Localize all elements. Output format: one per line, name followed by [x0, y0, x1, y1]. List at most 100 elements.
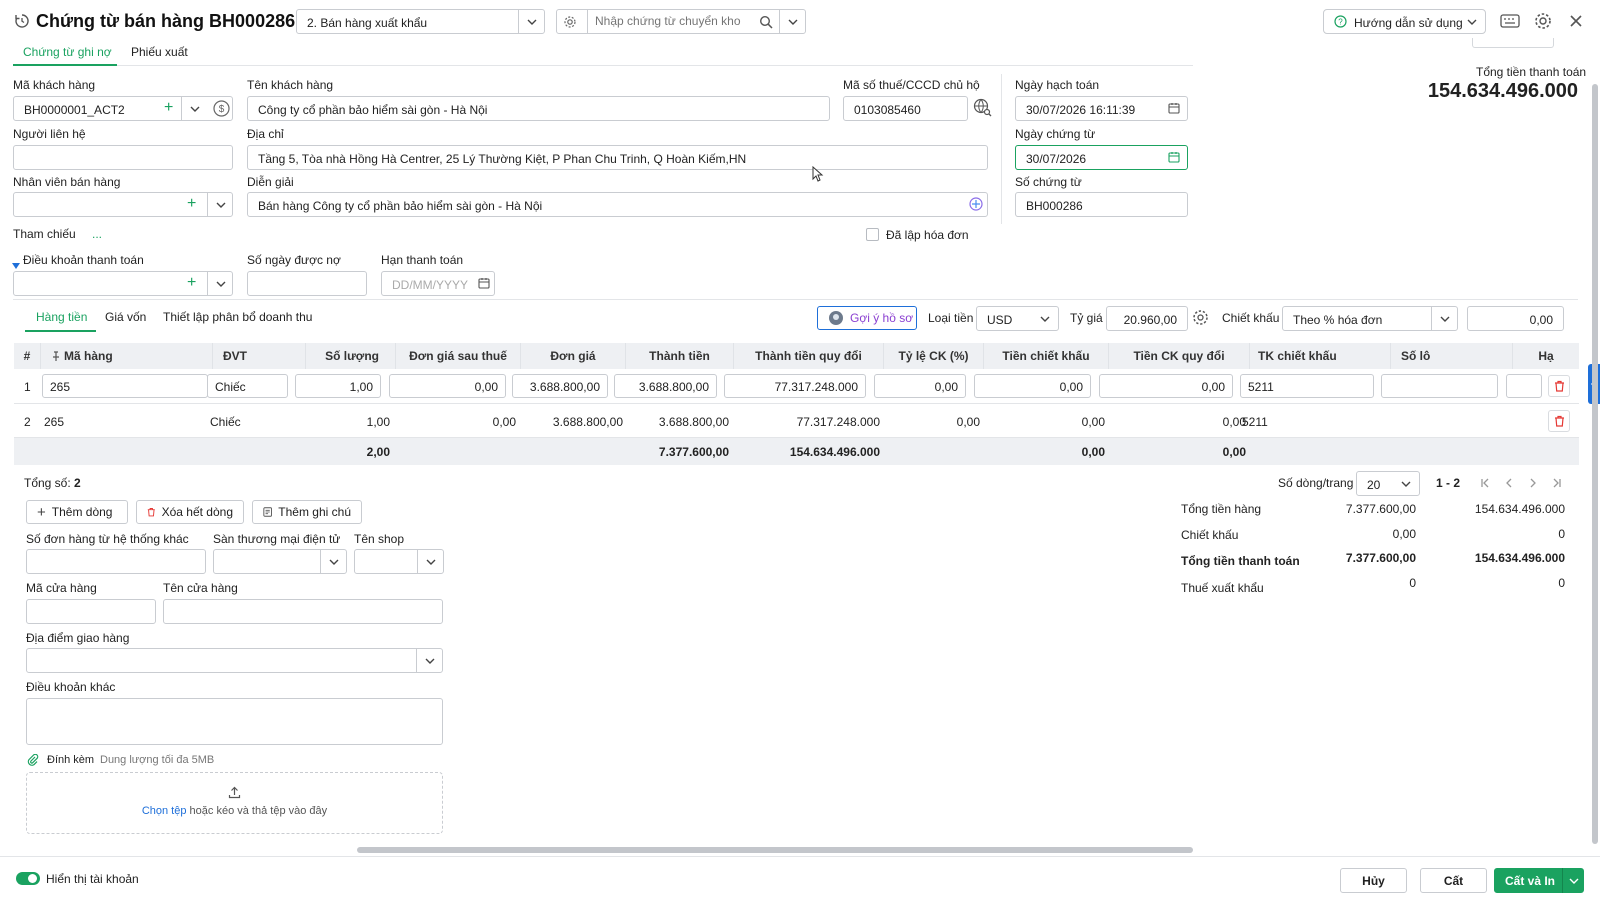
gear-icon[interactable]	[1192, 309, 1209, 329]
currency-circle-icon[interactable]: $	[213, 100, 230, 120]
salesperson-input[interactable]	[13, 192, 233, 217]
chevron-down-icon[interactable]	[1431, 307, 1457, 330]
horizontal-scrollbar[interactable]	[357, 847, 1193, 853]
rate-input[interactable]: 20.960,00	[1106, 306, 1188, 331]
close-icon[interactable]	[1569, 14, 1583, 31]
chevron-down-icon[interactable]	[181, 96, 207, 121]
transfer-search-input[interactable]	[595, 14, 755, 28]
qty-cell[interactable]: 1,00	[295, 374, 381, 398]
voucher-date-input[interactable]: 30/07/2026	[1015, 145, 1188, 170]
ck-conv-cell[interactable]: 0,00	[1099, 374, 1233, 398]
choose-file-link[interactable]: Chọn tệp	[142, 805, 187, 817]
contact-input[interactable]	[13, 145, 233, 170]
chevron-down-icon[interactable]	[416, 649, 442, 672]
lot-cell[interactable]	[1381, 374, 1498, 398]
tax-code-input[interactable]: 0103085460	[843, 96, 968, 121]
chevron-down-icon[interactable]	[1562, 868, 1584, 893]
chevron-down-icon[interactable]	[518, 10, 544, 33]
history-icon[interactable]	[14, 13, 30, 29]
upload-dropzone[interactable]: Chọn tệp hoặc kéo và thả tệp vào đây	[26, 772, 443, 834]
voucher-type-select[interactable]: 2. Bán hàng xuất khẩu	[296, 9, 545, 34]
suggest-profile-button[interactable]: Gợi ý hồ sơ	[817, 306, 917, 330]
ai-sparkle-icon[interactable]	[968, 196, 984, 215]
chevron-down-icon[interactable]	[417, 550, 443, 573]
tab-export-slip[interactable]: Phiếu xuất	[131, 45, 188, 59]
calendar-icon[interactable]	[1168, 151, 1180, 166]
marketplace-select[interactable]	[213, 549, 347, 574]
discount-value-input[interactable]: 0,00	[1467, 306, 1564, 331]
other-terms-textarea[interactable]	[26, 698, 443, 745]
currency-select[interactable]: USD	[976, 306, 1059, 331]
reference-link[interactable]: ...	[92, 227, 102, 241]
unit-cell[interactable]: Chiếc	[207, 374, 288, 398]
calendar-icon[interactable]	[478, 277, 490, 292]
amount-cell[interactable]: 3.688.800,00	[614, 374, 717, 398]
keyboard-icon[interactable]	[1500, 13, 1520, 32]
amount-cell[interactable]: 3.688.800,00	[626, 415, 729, 429]
payment-terms-input[interactable]	[13, 271, 233, 296]
pin-icon[interactable]	[51, 351, 61, 361]
address-input[interactable]: Tầng 5, Tòa nhà Hồng Hà Centrer, 25 Lý T…	[247, 145, 988, 170]
chevron-down-icon[interactable]	[207, 192, 233, 217]
settings-icon[interactable]	[1534, 12, 1552, 33]
ck-rate-cell[interactable]: 0,00	[884, 415, 980, 429]
price-cell[interactable]: 3.688.800,00	[521, 415, 623, 429]
chevron-down-icon[interactable]	[1032, 307, 1058, 330]
caret-down-icon[interactable]	[12, 258, 20, 272]
delete-all-rows-button[interactable]: Xóa hết dòng	[136, 500, 244, 524]
description-input[interactable]: Bán hàng Công ty cổ phần bảo hiểm sài gò…	[247, 192, 988, 217]
ck-conv-cell[interactable]: 0,00	[1109, 415, 1246, 429]
shop-name-select[interactable]	[354, 549, 444, 574]
discount-mode-select[interactable]: Theo % hóa đơn	[1282, 306, 1458, 331]
delete-row-button[interactable]	[1548, 375, 1570, 397]
ck-cell[interactable]: 0,00	[984, 415, 1105, 429]
add-terms-icon[interactable]: +	[187, 275, 196, 291]
qty-cell[interactable]: 1,00	[306, 415, 390, 429]
amount-conv-cell[interactable]: 77.317.248.000	[734, 415, 880, 429]
tab-goods[interactable]: Hàng tiền	[36, 310, 87, 324]
ck-account-cell[interactable]: 5211	[1240, 374, 1374, 398]
add-customer-icon[interactable]: +	[164, 100, 173, 116]
chevron-down-icon[interactable]	[779, 10, 805, 33]
chevron-down-icon[interactable]	[1393, 472, 1419, 495]
tab-debit-voucher[interactable]: Chứng từ ghi nợ	[23, 45, 112, 59]
table-row[interactable]: 1 265 Chiếc 1,00 0,00 3.688.800,00 3.688…	[14, 369, 1579, 404]
last-page-icon[interactable]	[1552, 477, 1562, 491]
price-cell[interactable]: 3.688.800,00	[512, 374, 608, 398]
globe-search-icon[interactable]	[973, 98, 992, 120]
save-button[interactable]: Cất	[1420, 868, 1487, 893]
voucher-no-input[interactable]: BH000286	[1015, 192, 1188, 217]
invoiced-checkbox[interactable]	[866, 228, 879, 241]
posting-date-input[interactable]: 30/07/2026 16:11:39	[1015, 96, 1188, 121]
store-name-input[interactable]	[163, 599, 443, 624]
search-icon[interactable]	[759, 15, 773, 32]
rows-per-page-select[interactable]: 20	[1356, 471, 1420, 496]
ck-cell[interactable]: 0,00	[974, 374, 1091, 398]
tab-revenue-allocation[interactable]: Thiết lập phân bổ doanh thu	[163, 310, 312, 324]
table-row[interactable]: 2 265 Chiếc 1,00 0,00 3.688.800,00 3.688…	[14, 404, 1579, 438]
item-code-cell[interactable]: 265	[44, 415, 64, 429]
debt-days-input[interactable]	[247, 271, 367, 296]
ck-rate-cell[interactable]: 0,00	[874, 374, 966, 398]
ck-account-cell[interactable]: 5211	[1242, 415, 1268, 429]
other-order-input[interactable]	[26, 549, 206, 574]
delete-row-button[interactable]	[1548, 410, 1570, 432]
transfer-search[interactable]	[556, 9, 806, 34]
add-salesperson-icon[interactable]: +	[187, 196, 196, 212]
amount-conv-cell[interactable]: 77.317.248.000	[724, 374, 866, 398]
price-tax-cell[interactable]: 0,00	[396, 415, 516, 429]
first-page-icon[interactable]	[1480, 477, 1490, 491]
gear-icon[interactable]	[563, 15, 577, 32]
next-page-icon[interactable]	[1528, 477, 1538, 491]
cancel-button[interactable]: Hủy	[1340, 868, 1407, 893]
show-accounts-toggle[interactable]	[16, 872, 40, 885]
add-note-button[interactable]: Thêm ghi chú	[252, 500, 362, 524]
tab-cost[interactable]: Giá vốn	[105, 310, 146, 324]
store-code-input[interactable]	[26, 599, 156, 624]
prev-page-icon[interactable]	[1504, 477, 1514, 491]
delivery-place-select[interactable]	[26, 648, 443, 673]
unit-cell[interactable]: Chiếc	[210, 415, 241, 429]
chevron-down-icon[interactable]	[320, 550, 346, 573]
extra-cell[interactable]	[1506, 374, 1542, 398]
help-dropdown[interactable]: ? Hướng dẫn sử dụng	[1323, 9, 1486, 34]
